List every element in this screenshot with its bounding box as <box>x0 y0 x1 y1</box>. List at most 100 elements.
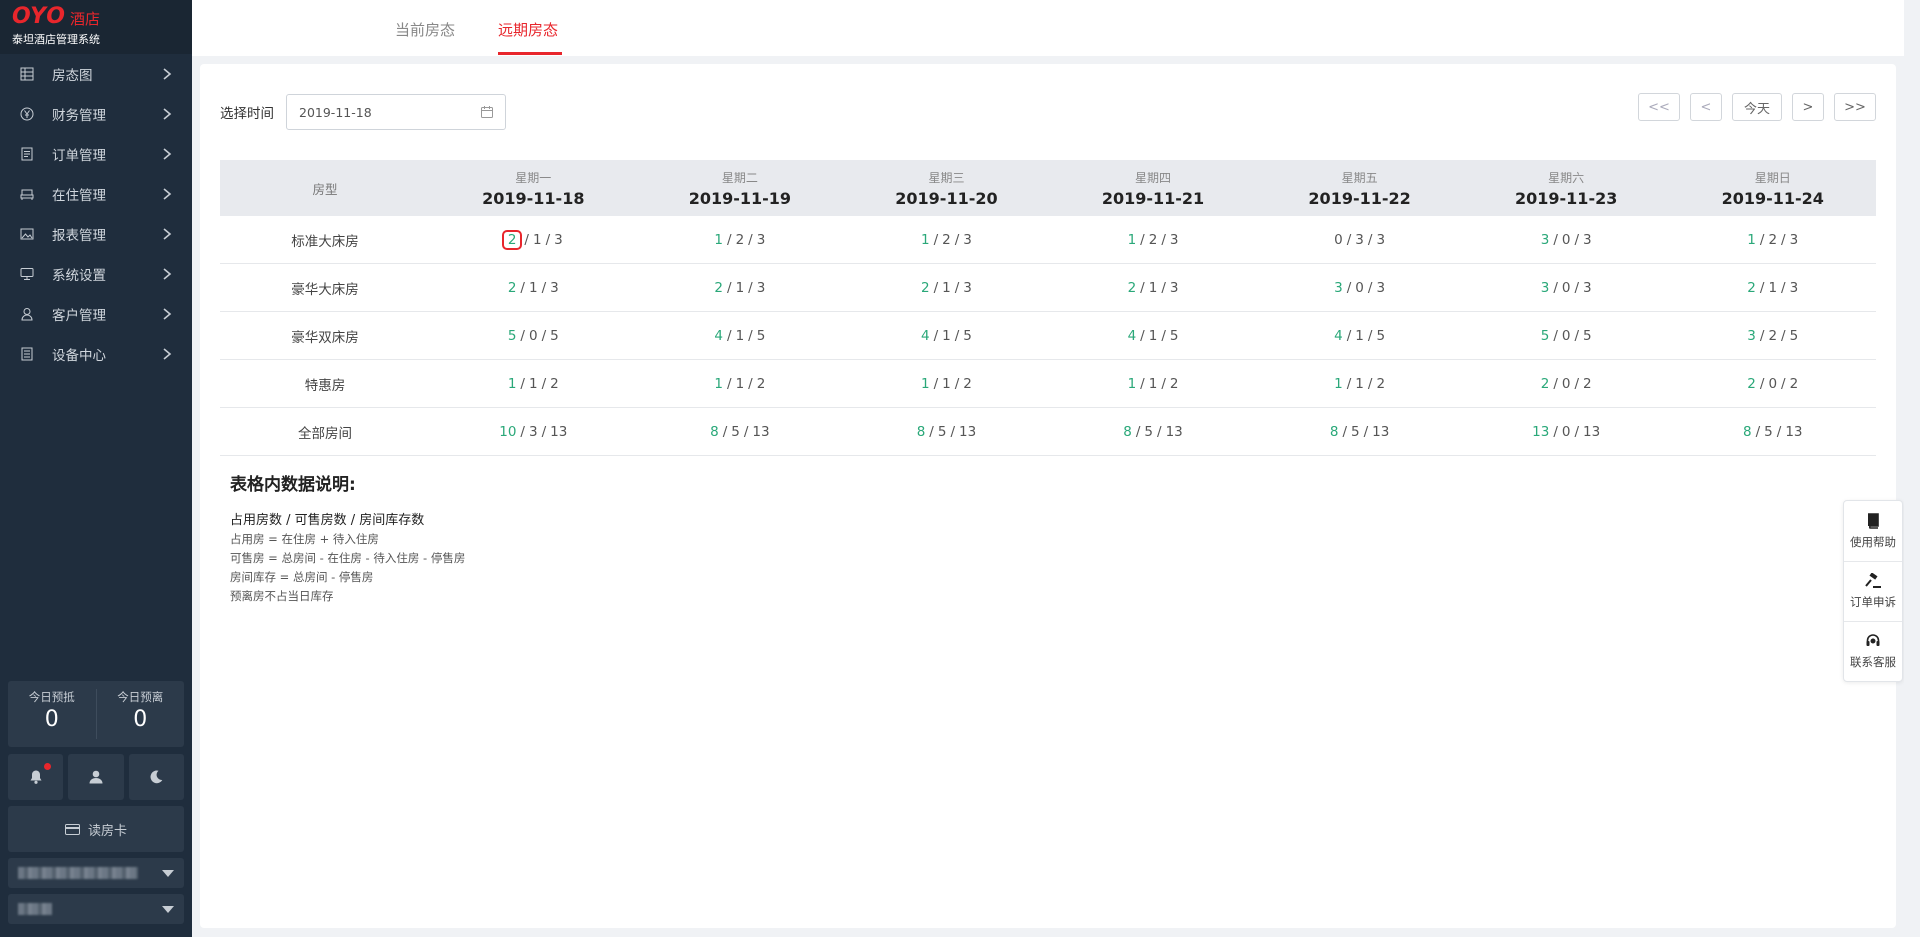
occupied-count: 8 <box>1743 423 1752 440</box>
room-count-cell[interactable]: 2/0/2 <box>1463 360 1670 407</box>
tab-current-status[interactable]: 当前房态 <box>395 19 455 40</box>
occupied-count: 1 <box>507 375 517 392</box>
room-count-cell[interactable]: 4/1/5 <box>1050 312 1257 359</box>
room-count-cell[interactable]: 3/2/5 <box>1669 312 1876 359</box>
separator: / <box>541 423 547 440</box>
sidebar-item[interactable]: 订单管理 <box>0 134 192 174</box>
sidebar-menu: 房态图 财务管理 订单管理在住管理报表管理 系统设置 客户管理 设备中心 <box>0 54 192 374</box>
room-count-cell[interactable]: 3/0/3 <box>1463 264 1670 311</box>
inventory-count: 3 <box>963 279 972 296</box>
inventory-count: 3 <box>550 279 559 296</box>
room-count-cell[interactable]: 1/1/2 <box>430 360 637 407</box>
room-count-cell[interactable]: 2/1/3 <box>843 264 1050 311</box>
sidebar-item[interactable]: 房态图 <box>0 54 192 94</box>
sidebar-item[interactable]: 系统设置 <box>0 254 192 294</box>
sidebar-item[interactable]: 报表管理 <box>0 214 192 254</box>
occupied-count: 2 <box>501 229 523 250</box>
occupied-count: 4 <box>1127 327 1137 344</box>
occupied-count: 1 <box>1747 231 1756 248</box>
available-count: 1 <box>735 375 745 392</box>
date-picker-input[interactable]: 2019-11-18 <box>286 94 506 130</box>
today-button[interactable]: 今天 <box>1732 93 1782 121</box>
night-audit-button[interactable] <box>128 754 184 800</box>
room-count-cell[interactable]: 13/0/13 <box>1463 408 1670 455</box>
complaint-button[interactable]: 订单申诉 <box>1844 561 1902 621</box>
room-count-cell[interactable]: 4/1/5 <box>843 312 1050 359</box>
room-count-cell[interactable]: 8/5/13 <box>1256 408 1463 455</box>
available-count: 1 <box>1768 279 1778 296</box>
room-count-cell[interactable]: 2/1/3 <box>637 264 844 311</box>
inventory-count: 3 <box>1583 279 1592 296</box>
weekday-label: 星期四 <box>1135 170 1172 185</box>
available-count: 0 <box>1561 231 1571 248</box>
available-count: 1 <box>1148 375 1158 392</box>
occupied-count: 1 <box>920 231 930 248</box>
room-count-cell[interactable]: 1/2/3 <box>843 216 1050 263</box>
page-scrollbar[interactable] <box>1904 0 1920 937</box>
separator: / <box>520 279 525 296</box>
checkin-stat[interactable]: 今日预抵 0 <box>8 681 96 747</box>
customer-service-button[interactable]: 联系客服 <box>1844 621 1902 681</box>
table-row: 特惠房 1/1/2 1/1/2 1/1/2 1/1/2 1/1/2 2/0/2 2/0/2 <box>220 360 1876 408</box>
room-count-cell[interactable]: 5/0/5 <box>1463 312 1670 359</box>
room-count-cell[interactable]: 1/1/2 <box>843 360 1050 407</box>
occupied-count: 1 <box>1127 375 1137 392</box>
occupied-count: 5 <box>1540 327 1550 344</box>
room-count-cell[interactable]: 3/0/3 <box>1463 216 1670 263</box>
room-count-cell[interactable]: 2/0/2 <box>1669 360 1876 407</box>
room-count-cell[interactable]: 4/1/5 <box>1256 312 1463 359</box>
room-count-cell[interactable]: 1/1/2 <box>1050 360 1257 407</box>
room-count-cell[interactable]: 8/5/13 <box>1669 408 1876 455</box>
room-count-cell[interactable]: 0/3/3 <box>1256 216 1463 263</box>
room-count-cell[interactable]: 2/1/3 <box>430 264 637 311</box>
tab-future-status[interactable]: 远期房态 <box>498 19 558 40</box>
staff-button[interactable] <box>68 754 124 800</box>
separator: / <box>1135 423 1141 440</box>
read-card-button[interactable]: 读房卡 <box>8 806 184 852</box>
sidebar-item[interactable]: 财务管理 <box>0 94 192 134</box>
room-count-cell[interactable]: 2/1/3 <box>1669 264 1876 311</box>
separator: / <box>1161 279 1166 296</box>
room-count-cell[interactable]: 1/1/2 <box>1256 360 1463 407</box>
help-button[interactable]: 使用帮助 <box>1844 501 1902 561</box>
separator: / <box>545 231 551 248</box>
room-count-cell[interactable]: 1/2/3 <box>637 216 844 263</box>
day-header: 星期五 2019-11-22 <box>1256 160 1463 216</box>
checkout-stat[interactable]: 今日预离 0 <box>95 689 185 739</box>
room-count-cell[interactable]: 2/1/3 <box>430 216 637 263</box>
prev-week-button[interactable]: < <box>1690 93 1722 121</box>
sidebar-item[interactable]: 客户管理 <box>0 294 192 334</box>
available-count: 1 <box>735 327 745 344</box>
room-count-cell[interactable]: 8/5/13 <box>843 408 1050 455</box>
separator: / <box>1553 231 1558 248</box>
separator: / <box>954 327 960 344</box>
room-count-cell[interactable]: 8/5/13 <box>1050 408 1257 455</box>
inventory-count: 3 <box>1789 279 1799 296</box>
room-count-cell[interactable]: 5/0/5 <box>430 312 637 359</box>
room-count-cell[interactable]: 4/1/5 <box>637 312 844 359</box>
monitor-icon <box>18 265 36 283</box>
room-count-cell[interactable]: 1/2/3 <box>1050 216 1257 263</box>
room-count-cell[interactable]: 1/2/3 <box>1669 216 1876 263</box>
sidebar-item-label: 在住管理 <box>52 188 106 204</box>
last-week-button[interactable]: >> <box>1834 93 1876 121</box>
separator: / <box>1781 327 1786 344</box>
sidebar-item[interactable]: 在住管理 <box>0 174 192 214</box>
room-count-cell[interactable]: 8/5/13 <box>637 408 844 455</box>
occupied-count: 3 <box>1747 327 1756 344</box>
account-select[interactable] <box>8 894 184 924</box>
room-count-cell[interactable]: 10/3/13 <box>430 408 637 455</box>
next-week-button[interactable]: > <box>1792 93 1824 121</box>
room-count-cell[interactable]: 1/1/2 <box>637 360 844 407</box>
sidebar-item[interactable]: 设备中心 <box>0 334 192 374</box>
separator: / <box>1157 423 1162 440</box>
hotel-select[interactable] <box>8 858 184 888</box>
first-week-button[interactable]: << <box>1638 93 1680 121</box>
room-count-cell[interactable]: 3/0/3 <box>1256 264 1463 311</box>
room-count-cell[interactable]: 2/1/3 <box>1050 264 1257 311</box>
separator: / <box>1553 423 1558 440</box>
separator: / <box>541 375 547 392</box>
separator: / <box>727 375 732 392</box>
available-count: 1 <box>942 375 951 392</box>
notification-button[interactable] <box>8 754 64 800</box>
